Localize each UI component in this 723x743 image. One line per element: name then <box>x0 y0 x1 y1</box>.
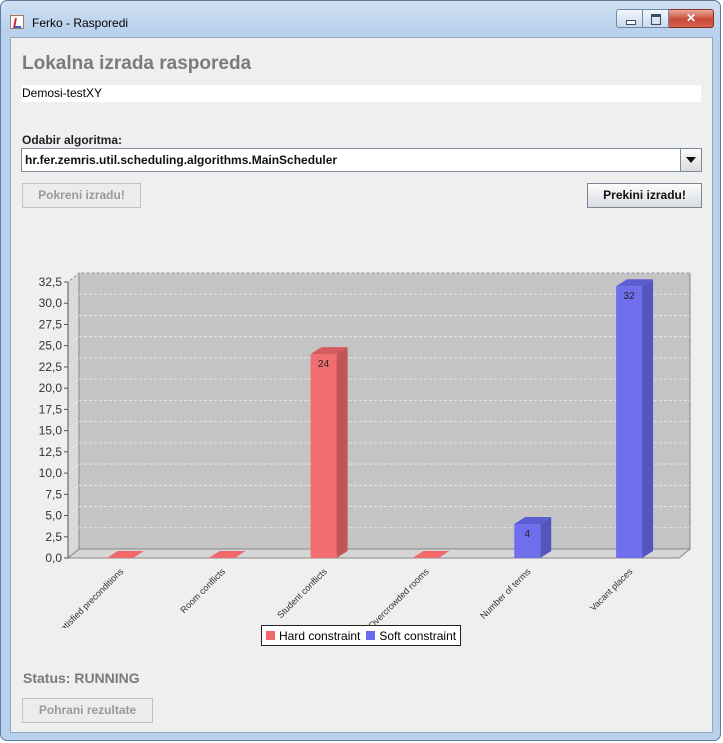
java-app-icon <box>10 15 24 29</box>
legend-swatch-hard <box>266 631 275 640</box>
bar-side-hard <box>336 347 348 558</box>
y-tick-label: 17,5 <box>39 402 63 416</box>
start-button[interactable]: Pokreni izradu! <box>22 183 141 208</box>
chevron-down-icon[interactable] <box>680 149 701 171</box>
y-tick-label: 27,5 <box>39 317 63 331</box>
x-tick-label: Unsatisfied preconditions <box>47 566 126 628</box>
main-panel: Lokalna izrada rasporeda Demosi-testXY O… <box>10 37 713 733</box>
plot-floor <box>66 548 692 559</box>
maximize-button[interactable] <box>643 9 669 28</box>
page-title: Lokalna izrada rasporeda <box>22 53 252 74</box>
stop-button[interactable]: Prekini izradu! <box>587 183 702 208</box>
algorithm-selected-value: hr.fer.zemris.util.scheduling.algorithms… <box>25 153 338 167</box>
y-tick-label: 2,5 <box>45 530 62 544</box>
minimize-button[interactable] <box>616 9 643 28</box>
y-tick-label: 15,0 <box>39 424 63 438</box>
bar-soft <box>616 286 643 558</box>
x-tick-label: Overcrowded rooms <box>366 566 431 628</box>
legend-label-soft: Soft constraint <box>379 628 457 643</box>
plot-left-wall <box>67 271 80 560</box>
y-tick-label: 30,0 <box>39 296 63 310</box>
legend-swatch-soft <box>366 631 376 640</box>
bar-side-soft <box>642 279 654 558</box>
y-tick-label: 7,5 <box>45 487 62 501</box>
bar-value-label: 4 <box>524 529 530 540</box>
constraints-chart: 0,0 2,5 5,0 7,5 10,0 12,5 15,0 17,5 20,0 22,5 25,0… <box>39 271 692 628</box>
bar-side-soft <box>540 517 552 558</box>
title-bar[interactable]: Ferko - Rasporedi <box>1 1 720 31</box>
x-tick-label: Student conflicts <box>275 566 329 620</box>
status-text: Status: RUNNING <box>23 670 140 686</box>
close-button[interactable] <box>669 9 714 28</box>
legend-item-soft: Soft constraint <box>366 629 456 643</box>
y-tick-label: 32,5 <box>39 275 63 289</box>
window-controls <box>616 9 714 28</box>
schedule-name-field[interactable]: Demosi-testXY <box>21 85 701 102</box>
x-tick-label: Vacant places <box>588 566 635 613</box>
y-tick-label: 0,0 <box>45 551 62 565</box>
legend-label-hard: Hard constraint <box>279 628 361 643</box>
y-tick-label: 12,5 <box>39 445 63 459</box>
save-results-button[interactable]: Pohrani rezultate <box>22 698 153 723</box>
y-tick-label: 10,0 <box>39 466 63 480</box>
x-tick-label: Room conflicts <box>178 566 227 615</box>
y-tick-label: 25,0 <box>39 339 63 353</box>
legend-item-hard: Hard constraint <box>266 629 360 643</box>
app-window: Ferko - Rasporedi Lokalna izrada raspore… <box>0 0 721 741</box>
y-tick-label: 22,5 <box>39 360 63 374</box>
bar-value-label: 24 <box>318 359 330 370</box>
bar-value-label: 32 <box>624 291 636 302</box>
x-tick-label: Number of terms <box>478 566 533 621</box>
chart-legend: Hard constraint Soft constraint <box>261 625 462 646</box>
y-tick-label: 5,0 <box>45 509 62 523</box>
plot-back-wall <box>78 272 691 550</box>
y-tick-label: 20,0 <box>39 381 63 395</box>
algorithm-select[interactable]: hr.fer.zemris.util.scheduling.algorithms… <box>21 148 702 172</box>
bar-hard <box>310 354 337 558</box>
algorithm-label: Odabir algoritma: <box>22 133 123 147</box>
window-title: Ferko - Rasporedi <box>32 16 129 30</box>
